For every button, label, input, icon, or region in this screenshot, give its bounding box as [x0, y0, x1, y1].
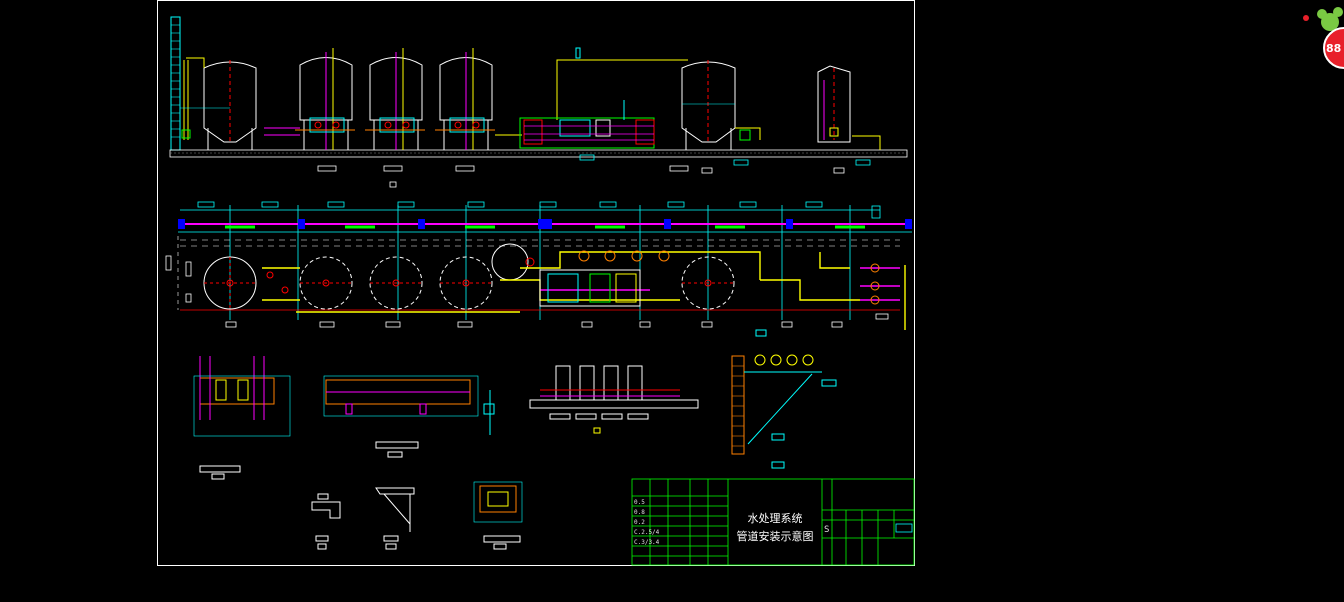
detail-rack-elevation [193, 356, 291, 480]
title-code-5: C.3/3.4 [634, 539, 660, 546]
filter-tank-3 [435, 48, 495, 150]
sterilizer-column [817, 65, 881, 150]
notification-badge[interactable]: 88 [1300, 0, 1344, 80]
ro-unit [519, 47, 688, 149]
plan-filter-2 [369, 256, 423, 310]
plan-raw-tank [203, 256, 257, 310]
detail-small-bracket-2 [375, 487, 415, 550]
elevation-dim-labels [317, 154, 871, 188]
raw-water-tank [180, 57, 257, 150]
filter-tank-2 [365, 48, 425, 150]
title-line-2: 管道安装示意图 [737, 529, 814, 543]
title-code-1: 0.5 [634, 499, 645, 506]
plan-piping [262, 251, 906, 330]
detail-pump-row [529, 365, 699, 434]
plan-dimension-line [180, 201, 881, 320]
detail-small-bracket-1 [311, 493, 341, 550]
drawing-frame [157, 0, 915, 566]
filter-tank-1 [295, 48, 355, 150]
detail-clamp [473, 481, 523, 550]
ground-slab [169, 149, 908, 158]
plan-intermediate-tank [491, 243, 529, 281]
cad-drawing: 水处理系统 管道安装示意图 S 0.5 0.8 0.2 C.2.5/4 C.3/… [157, 0, 915, 566]
title-code-2: 0.8 [634, 509, 645, 516]
detail-wall-bracket [731, 329, 837, 469]
title-code-3: 0.2 [634, 519, 645, 526]
plan-filter-1 [299, 256, 353, 310]
notification-badge-icon: 88 [1303, 7, 1344, 69]
title-block-scale-mark: S [824, 525, 829, 535]
plan-pumps [266, 250, 880, 305]
product-water-tank [681, 60, 761, 150]
plan-view [165, 201, 912, 330]
title-line-1: 水处理系统 [748, 512, 803, 525]
detail-rack-side [323, 375, 495, 458]
title-code-4: C.2.5/4 [634, 529, 660, 536]
elevation-view [169, 16, 908, 188]
badge-count: 88 [1326, 42, 1341, 55]
brick-column [170, 16, 181, 151]
